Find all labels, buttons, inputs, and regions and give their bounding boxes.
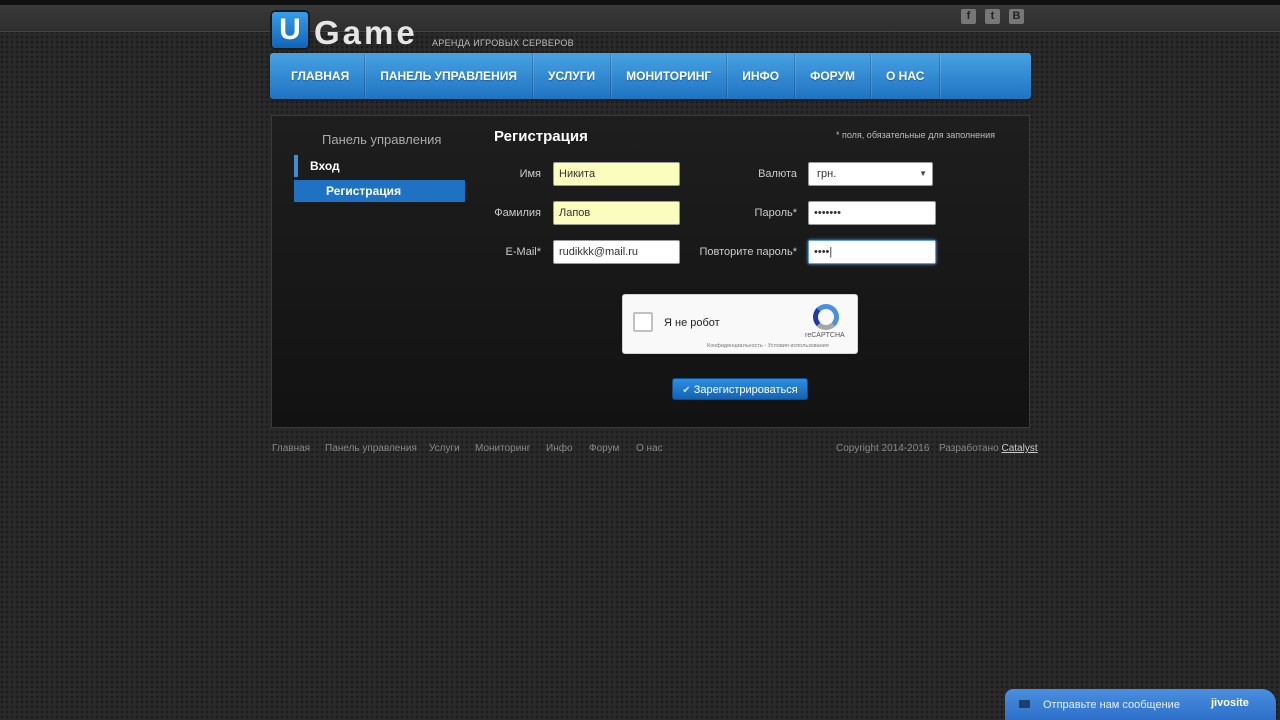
form-title: Регистрация [494, 128, 588, 145]
recaptcha-text: Я не робот [664, 317, 720, 329]
footer-link-home[interactable]: Главная [272, 443, 310, 454]
name-label: Имя [519, 168, 541, 180]
main-nav: ГЛАВНАЯ ПАНЕЛЬ УПРАВЛЕНИЯ УСЛУГИ МОНИТОР… [270, 53, 1031, 99]
currency-select[interactable]: грн. ▼ [808, 162, 933, 186]
footer-link-monitoring[interactable]: Мониторинг [475, 443, 530, 454]
surname-label: Фамилия [494, 207, 541, 219]
nav-item-home[interactable]: ГЛАВНАЯ [270, 53, 366, 99]
currency-label: Валюта [758, 168, 797, 180]
footer-link-services[interactable]: Услуги [429, 443, 460, 454]
currency-select-value: грн. [817, 168, 837, 180]
developed-by: Разработано Catalyst [939, 443, 1038, 454]
footer-link-about[interactable]: О нас [636, 443, 663, 454]
nav-item-forum[interactable]: ФОРУМ [795, 53, 871, 99]
developed-by-label: Разработано [939, 443, 999, 454]
password-repeat-label: Повторите пароль* [699, 246, 797, 258]
password-repeat-input[interactable]: ••••| [808, 240, 936, 264]
recaptcha-checkbox[interactable] [633, 312, 653, 332]
password-label: Пароль* [754, 207, 797, 219]
chat-brand: jivosite [1211, 697, 1249, 709]
chat-bubble-icon [1019, 700, 1030, 708]
name-input[interactable]: Никита [553, 162, 680, 186]
recaptcha-logo-icon [813, 304, 839, 330]
twitter-icon[interactable]: t [985, 9, 1000, 24]
footer-link-forum[interactable]: Форум [589, 443, 619, 454]
footer-link-control-panel[interactable]: Панель управления [325, 443, 417, 454]
chevron-down-icon: ▼ [919, 169, 927, 178]
register-button[interactable]: ✔ Зарегистрироваться [672, 378, 808, 400]
checkmark-icon: ✔ [682, 385, 691, 396]
nav-item-services[interactable]: УСЛУГИ [533, 53, 612, 99]
surname-input[interactable]: Лапов [553, 201, 680, 225]
logo-u-badge: U [270, 10, 310, 50]
nav-item-monitoring[interactable]: МОНИТОРИНГ [611, 53, 728, 99]
recaptcha-brand: reCAPTCHA [805, 332, 845, 339]
header-band [0, 5, 1280, 32]
sidebar-item-register[interactable]: Регистрация [294, 180, 465, 202]
recaptcha-widget: Я не робот reCAPTCHA Конфиденциальность … [622, 294, 858, 354]
recaptcha-links[interactable]: Конфиденциальность - Условия использован… [707, 343, 829, 349]
chat-text: Отправьте нам сообщение [1043, 699, 1180, 711]
nav-item-info[interactable]: ИНФО [727, 53, 796, 99]
nav-item-control-panel[interactable]: ПАНЕЛЬ УПРАВЛЕНИЯ [365, 53, 533, 99]
register-button-label: Зарегистрироваться [693, 384, 798, 396]
vk-icon[interactable]: В [1009, 9, 1024, 24]
sidebar-item-login[interactable]: Вход [294, 155, 465, 177]
email-input[interactable]: rudikkk@mail.ru [553, 240, 680, 264]
copyright-text: Copyright 2014-2016 [836, 443, 930, 454]
logo-name: Game [314, 14, 418, 51]
email-label: E-Mail* [505, 246, 541, 258]
facebook-icon[interactable]: f [961, 9, 976, 24]
required-note: * поля, обязательные для заполнения [836, 130, 995, 140]
logo-tagline: АРЕНДА ИГРОВЫХ СЕРВЕРОВ [432, 38, 574, 48]
nav-item-about[interactable]: О НАС [871, 53, 941, 99]
password-input[interactable]: ••••••• [808, 201, 936, 225]
footer-link-info[interactable]: Инфо [546, 443, 573, 454]
chat-widget[interactable]: Отправьте нам сообщение jivosite [1005, 689, 1276, 720]
developer-link[interactable]: Catalyst [1001, 443, 1037, 454]
sidebar-title: Панель управления [322, 132, 442, 147]
